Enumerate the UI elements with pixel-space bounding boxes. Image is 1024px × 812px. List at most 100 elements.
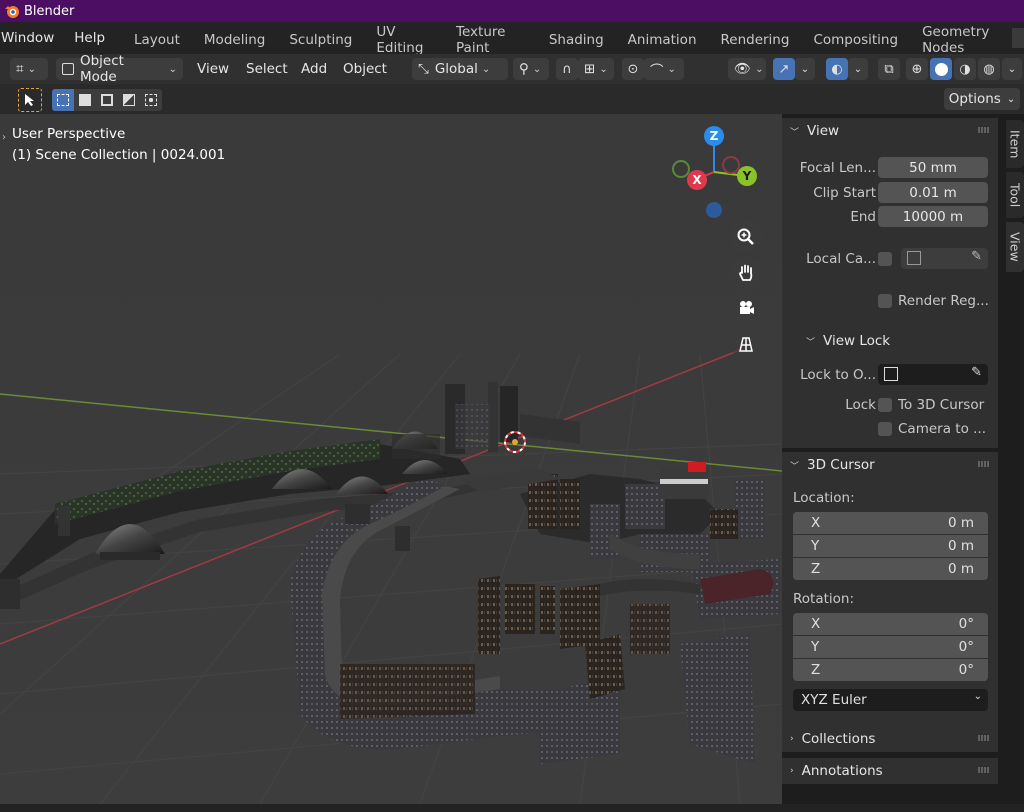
options-dropdown[interactable]: Options ⌄ bbox=[944, 88, 1020, 110]
pan-button[interactable] bbox=[730, 257, 762, 289]
tab-shading[interactable]: Shading bbox=[537, 26, 616, 54]
3d-cursor-header[interactable]: ﹀ 3D Cursor bbox=[782, 452, 998, 478]
object-mode-dropdown[interactable]: Object Mode ⌄ bbox=[56, 53, 183, 85]
orientation-icon: ⤡ bbox=[418, 61, 429, 77]
axis-label: Z bbox=[811, 662, 821, 678]
drag-grip-icon[interactable] bbox=[978, 735, 990, 741]
material-shading-button[interactable]: ◑ bbox=[954, 58, 976, 80]
tab-animation[interactable]: Animation bbox=[616, 26, 709, 54]
chevron-right-icon: › bbox=[790, 734, 794, 744]
local-camera-picker[interactable]: ✎ bbox=[901, 248, 988, 269]
rotation-y-field[interactable]: Y 0° bbox=[793, 636, 988, 658]
tab-rendering[interactable]: Rendering bbox=[709, 26, 802, 54]
select-subtract-button[interactable] bbox=[96, 89, 118, 111]
transform-orientation-dropdown[interactable]: ⤡ Global ⌄ bbox=[412, 58, 508, 80]
3d-viewport[interactable]: Z X Y › User Perspective (1) Scene Colle… bbox=[0, 114, 782, 804]
xray-toggle[interactable]: ⧉ bbox=[878, 58, 900, 80]
select-new-button[interactable] bbox=[52, 89, 74, 111]
rotation-z-field[interactable]: Z 0° bbox=[793, 659, 988, 681]
pivot-point-dropdown[interactable]: ⚲ ⌄ bbox=[513, 58, 549, 80]
tab-item[interactable]: Item bbox=[1006, 120, 1024, 168]
proportional-falloff-dropdown[interactable]: ⌒ ⌄ bbox=[644, 58, 684, 80]
select-invert-button[interactable] bbox=[118, 89, 140, 111]
camera-view-button[interactable] bbox=[730, 292, 762, 324]
location-x-field[interactable]: X 0 m bbox=[793, 512, 988, 534]
location-z-field[interactable]: Z 0 m bbox=[793, 558, 988, 580]
rendered-shading-button[interactable]: ◍ bbox=[978, 58, 1000, 80]
solid-shading-button[interactable] bbox=[930, 58, 952, 80]
workspace-scroll[interactable] bbox=[1012, 28, 1024, 48]
gizmo-y-label: Y bbox=[742, 169, 752, 183]
view-section-header[interactable]: ﹀ View bbox=[782, 118, 998, 144]
rotation-x-field[interactable]: X 0° bbox=[793, 613, 988, 635]
gizmo-x-axis[interactable]: X bbox=[687, 170, 707, 190]
eyedropper-icon[interactable]: ✎ bbox=[971, 365, 982, 380]
render-region-checkbox[interactable] bbox=[878, 294, 892, 308]
tab-tool[interactable]: Tool bbox=[1006, 172, 1024, 218]
rendered-sphere-icon: ◍ bbox=[983, 61, 995, 77]
tab-view[interactable]: View bbox=[1006, 222, 1024, 272]
tab-layout[interactable]: Layout bbox=[122, 26, 192, 54]
local-camera-checkbox[interactable] bbox=[878, 252, 892, 266]
zoom-button[interactable] bbox=[730, 221, 762, 253]
object-menu[interactable]: Object bbox=[343, 58, 387, 80]
drag-grip-icon[interactable] bbox=[978, 461, 990, 467]
proportional-edit-toggle[interactable]: ⊙ bbox=[622, 58, 644, 80]
collections-section: › Collections bbox=[782, 726, 998, 752]
camera-to-view-label: Camera to ... bbox=[898, 421, 986, 437]
wireframe-shading-button[interactable]: ⊕ bbox=[906, 58, 928, 80]
select-tool-button[interactable] bbox=[18, 88, 42, 112]
select-intersect-button[interactable] bbox=[140, 89, 162, 111]
view-lock-header[interactable]: ﹀ View Lock bbox=[798, 328, 890, 354]
tab-uv-editing[interactable]: UV Editing bbox=[364, 24, 444, 56]
tab-texture-paint[interactable]: Texture Paint bbox=[444, 24, 537, 56]
menu-help[interactable]: Help bbox=[74, 30, 113, 46]
focal-length-field[interactable]: 50 mm bbox=[878, 157, 988, 178]
tab-item-label: Item bbox=[1007, 129, 1023, 159]
location-y-field[interactable]: Y 0 m bbox=[793, 535, 988, 557]
gizmo-x-label: X bbox=[692, 173, 702, 187]
eyedropper-icon[interactable]: ✎ bbox=[971, 249, 982, 264]
overlays-toggle[interactable]: ◐ bbox=[826, 58, 848, 80]
blender-logo-icon bbox=[5, 6, 19, 18]
gizmo-y-axis[interactable]: Y bbox=[737, 166, 757, 186]
lock-to-object-picker[interactable]: ✎ bbox=[878, 364, 988, 385]
gizmo-toggle[interactable]: ↗ bbox=[773, 58, 795, 80]
snap-target-dropdown[interactable]: ⊞ ⌄ bbox=[578, 58, 614, 80]
chevron-right-icon: › bbox=[790, 766, 794, 776]
tab-geometry-nodes[interactable]: Geometry Nodes bbox=[910, 24, 1024, 56]
collections-header[interactable]: › Collections bbox=[782, 726, 998, 752]
annotations-header[interactable]: › Annotations bbox=[782, 758, 998, 784]
snap-toggle[interactable]: ∩ bbox=[556, 58, 578, 80]
value: 0° bbox=[958, 662, 974, 678]
add-menu[interactable]: Add bbox=[301, 58, 327, 80]
overlays-dropdown[interactable]: ⌄ bbox=[848, 58, 868, 80]
camera-to-view-checkbox[interactable] bbox=[878, 422, 892, 436]
view-section-title: View bbox=[807, 123, 840, 139]
select-menu[interactable]: Select bbox=[246, 58, 288, 80]
proportional-icon: ⊙ bbox=[627, 61, 639, 77]
clip-start-field[interactable]: 0.01 m bbox=[878, 182, 988, 203]
shading-dropdown[interactable]: ⌄ bbox=[1002, 58, 1022, 80]
ortho-toggle-button[interactable] bbox=[730, 328, 762, 360]
view-menu[interactable]: View bbox=[197, 58, 229, 80]
rotation-mode-dropdown[interactable]: XYZ Euler ⌄ bbox=[793, 689, 988, 711]
axis-label: Y bbox=[811, 639, 820, 655]
lock-to-cursor-checkbox[interactable] bbox=[878, 398, 892, 412]
axis-label: X bbox=[811, 616, 821, 632]
tab-modeling[interactable]: Modeling bbox=[192, 26, 277, 54]
gizmo-dropdown[interactable]: ⌄ bbox=[795, 58, 815, 80]
gizmo-z-axis[interactable]: Z bbox=[704, 126, 724, 146]
tab-compositing[interactable]: Compositing bbox=[801, 26, 910, 54]
tab-sculpting[interactable]: Sculpting bbox=[277, 26, 364, 54]
chevron-down-icon: ⌄ bbox=[532, 63, 542, 75]
drag-grip-icon[interactable] bbox=[978, 767, 990, 773]
clip-end-field[interactable]: 10000 m bbox=[878, 206, 988, 227]
visibility-dropdown[interactable]: 👁 ⌄ bbox=[728, 58, 766, 80]
title-bar: Blender bbox=[0, 0, 1024, 22]
drag-grip-icon[interactable] bbox=[978, 127, 990, 133]
menu-window[interactable]: Window bbox=[0, 30, 62, 46]
chevron-right-icon[interactable]: › bbox=[2, 132, 6, 143]
select-extend-button[interactable] bbox=[74, 89, 96, 111]
editor-type-button[interactable]: ⌗ ⌄ bbox=[10, 58, 48, 80]
